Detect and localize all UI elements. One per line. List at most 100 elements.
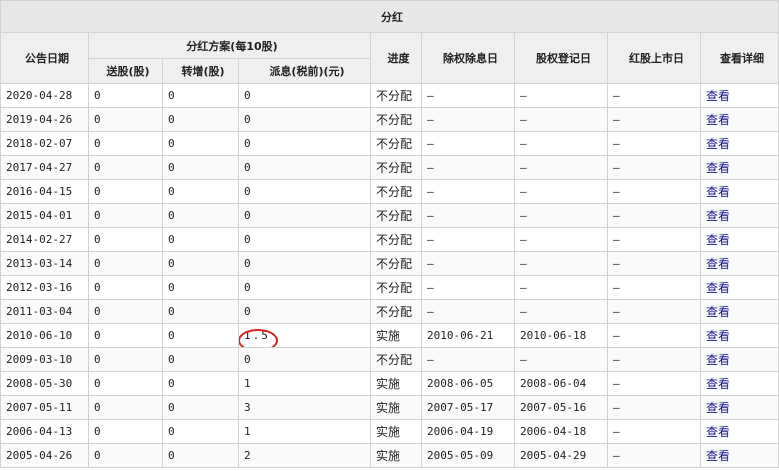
- cell-transfer-shares: 0: [162, 155, 239, 180]
- header-ex-date: 除权除息日: [421, 32, 515, 84]
- cell-bonus-shares: 0: [88, 419, 163, 444]
- cell-cash-dividend: 1: [238, 419, 371, 444]
- table-row: 2017-04-27 0 0 0 不分配 — — — 查看: [0, 155, 779, 180]
- view-details-link[interactable]: 查看: [706, 377, 730, 391]
- cell-announce-date: 2019-04-26: [0, 107, 89, 132]
- cell-progress: 不分配: [370, 83, 422, 108]
- cell-details: 查看: [699, 227, 779, 252]
- cell-progress: 实施: [370, 443, 422, 468]
- cell-cash-dividend: 3: [238, 395, 371, 420]
- table-row: 2019-04-26 0 0 0 不分配 — — — 查看: [0, 107, 779, 132]
- cash-dividend-value: 1.5: [244, 329, 270, 342]
- view-details-link[interactable]: 查看: [706, 113, 730, 127]
- table-row: 2010-06-10 0 0 1.5 实施 2010-06-21 2010-06-18— 查看: [0, 323, 779, 348]
- view-details-link[interactable]: 查看: [706, 209, 730, 223]
- header-listing-date: 红股上市日: [607, 32, 701, 84]
- cell-listing-date: —: [607, 395, 701, 420]
- cell-bonus-shares: 0: [88, 395, 163, 420]
- cell-cash-dividend: 1.5: [238, 323, 371, 348]
- cell-listing-date: —: [607, 443, 701, 468]
- header-record-date: 股权登记日: [514, 32, 608, 84]
- view-details-link[interactable]: 查看: [706, 161, 730, 175]
- cell-cash-dividend: 0: [238, 299, 371, 324]
- view-details-link[interactable]: 查看: [706, 305, 730, 319]
- cell-progress: 实施: [370, 395, 422, 420]
- cell-listing-date: —: [607, 131, 701, 156]
- table-row: 2006-04-13 0 0 1 实施 2006-04-19 2006-04-18— 查看: [0, 419, 779, 444]
- cell-listing-date: —: [607, 275, 701, 300]
- cell-cash-dividend: 0: [238, 203, 371, 228]
- cell-announce-date: 2012-03-16: [0, 275, 89, 300]
- cell-ex-date: 2006-04-19: [421, 419, 515, 444]
- cell-announce-date: 2020-04-28: [0, 83, 89, 108]
- cell-cash-dividend: 2: [238, 443, 371, 468]
- view-details-link[interactable]: 查看: [706, 185, 730, 199]
- cell-cash-dividend: 0: [238, 251, 371, 276]
- cell-bonus-shares: 0: [88, 371, 163, 396]
- cell-record-date: —: [514, 155, 608, 180]
- cell-progress: 实施: [370, 419, 422, 444]
- cell-announce-date: 2008-05-30: [0, 371, 89, 396]
- cell-listing-date: —: [607, 179, 701, 204]
- cell-progress: 不分配: [370, 107, 422, 132]
- cell-record-date: —: [514, 347, 608, 372]
- view-details-link[interactable]: 查看: [706, 137, 730, 151]
- cell-cash-dividend: 1: [238, 371, 371, 396]
- table-row: 2014-02-27 0 0 0 不分配 — — — 查看: [0, 227, 779, 252]
- cell-cash-dividend: 0: [238, 155, 371, 180]
- cell-record-date: —: [514, 203, 608, 228]
- cell-transfer-shares: 0: [162, 299, 239, 324]
- view-details-link[interactable]: 查看: [706, 89, 730, 103]
- cell-record-date: 2008-06-04: [514, 371, 608, 396]
- cell-listing-date: —: [607, 299, 701, 324]
- cell-record-date: —: [514, 299, 608, 324]
- table-body: 2020-04-28 0 0 0 不分配 — — — 查看 2019-04-26 0 0 0 不分配 — — —…: [0, 83, 779, 468]
- cell-transfer-shares: 0: [162, 395, 239, 420]
- cell-progress: 不分配: [370, 227, 422, 252]
- view-details-link[interactable]: 查看: [706, 353, 730, 367]
- cell-cash-dividend: 0: [238, 131, 371, 156]
- cell-transfer-shares: 0: [162, 179, 239, 204]
- cell-ex-date: —: [421, 275, 515, 300]
- table-row: 2013-03-14 0 0 0 不分配 — — — 查看: [0, 251, 779, 276]
- table-row: 2012-03-16 0 0 0 不分配 — — — 查看: [0, 275, 779, 300]
- view-details-link[interactable]: 查看: [706, 401, 730, 415]
- view-details-link[interactable]: 查看: [706, 449, 730, 463]
- view-details-link[interactable]: 查看: [706, 425, 730, 439]
- view-details-link[interactable]: 查看: [706, 329, 730, 343]
- cell-details: 查看: [699, 419, 779, 444]
- cell-record-date: —: [514, 251, 608, 276]
- cell-ex-date: —: [421, 131, 515, 156]
- header-details: 查看详细: [699, 32, 779, 84]
- cell-details: 查看: [699, 323, 779, 348]
- cell-transfer-shares: 0: [162, 83, 239, 108]
- view-details-link[interactable]: 查看: [706, 281, 730, 295]
- table-row: 2015-04-01 0 0 0 不分配 — — — 查看: [0, 203, 779, 228]
- view-details-link[interactable]: 查看: [706, 257, 730, 271]
- cell-announce-date: 2018-02-07: [0, 131, 89, 156]
- cell-bonus-shares: 0: [88, 155, 163, 180]
- cell-progress: 不分配: [370, 203, 422, 228]
- cell-announce-date: 2017-04-27: [0, 155, 89, 180]
- cell-details: 查看: [699, 275, 779, 300]
- cell-record-date: 2007-05-16: [514, 395, 608, 420]
- table-row: 2008-05-30 0 0 1 实施 2008-06-05 2008-06-04— 查看: [0, 371, 779, 396]
- cell-transfer-shares: 0: [162, 371, 239, 396]
- cell-record-date: —: [514, 275, 608, 300]
- cell-cash-dividend: 0: [238, 227, 371, 252]
- cell-progress: 不分配: [370, 155, 422, 180]
- cell-announce-date: 2009-03-10: [0, 347, 89, 372]
- cell-record-date: 2010-06-18: [514, 323, 608, 348]
- cell-cash-dividend: 0: [238, 107, 371, 132]
- cell-bonus-shares: 0: [88, 275, 163, 300]
- cell-details: 查看: [699, 131, 779, 156]
- table-row: 2011-03-04 0 0 0 不分配 — — — 查看: [0, 299, 779, 324]
- cell-details: 查看: [699, 347, 779, 372]
- cell-bonus-shares: 0: [88, 323, 163, 348]
- cell-announce-date: 2014-02-27: [0, 227, 89, 252]
- cell-ex-date: 2010-06-21: [421, 323, 515, 348]
- cell-listing-date: —: [607, 323, 701, 348]
- cell-ex-date: —: [421, 107, 515, 132]
- cell-details: 查看: [699, 155, 779, 180]
- view-details-link[interactable]: 查看: [706, 233, 730, 247]
